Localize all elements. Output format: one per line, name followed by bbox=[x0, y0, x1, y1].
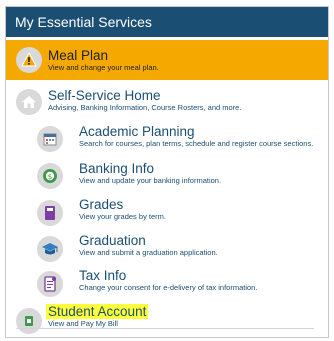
essential-services-panel: My Essential Services Meal Plan View and… bbox=[5, 6, 329, 338]
service-title: Meal Plan bbox=[48, 48, 109, 63]
service-title: Tax Info bbox=[79, 268, 127, 283]
home-icon bbox=[16, 89, 42, 115]
account-icon bbox=[16, 308, 42, 334]
grades-book-icon bbox=[37, 200, 63, 226]
service-item-meal-plan[interactable]: Meal Plan View and change your meal plan… bbox=[6, 40, 328, 80]
service-title: Banking Info bbox=[79, 161, 155, 176]
service-title: Self-Service Home bbox=[48, 88, 161, 103]
service-title: Academic Planning bbox=[79, 124, 195, 139]
service-item-banking-info[interactable]: $ Banking Info View and update your bank… bbox=[6, 157, 328, 194]
service-description: View and change your meal plan. bbox=[48, 63, 159, 72]
service-item-graduation[interactable]: Graduation View and submit a graduation … bbox=[6, 230, 328, 266]
service-item-tax-info[interactable]: Tax Info Change your consent for e-deliv… bbox=[6, 266, 328, 302]
service-item-student-account[interactable]: Student Account View and Pay My Bill bbox=[6, 302, 328, 337]
graduation-cap-icon bbox=[37, 236, 63, 262]
service-title: Graduation bbox=[79, 233, 146, 248]
money-icon: $ bbox=[37, 163, 63, 189]
calendar-icon bbox=[37, 126, 63, 152]
service-description: View and Pay My Bill bbox=[48, 319, 118, 328]
service-title: Student Account bbox=[46, 304, 149, 319]
service-description: View your grades by term. bbox=[79, 212, 166, 221]
service-description: Advising, Banking Information, Course Ro… bbox=[48, 103, 242, 112]
divider bbox=[16, 328, 314, 329]
service-description: Search for courses, plan terms, schedule… bbox=[79, 139, 314, 148]
service-title: Grades bbox=[79, 197, 124, 212]
service-item-self-service-home[interactable]: Self-Service Home Advising, Banking Info… bbox=[6, 80, 328, 120]
service-description: View and submit a graduation application… bbox=[79, 248, 218, 257]
panel-header: My Essential Services bbox=[6, 7, 328, 37]
tax-document-icon bbox=[37, 271, 63, 297]
service-item-grades[interactable]: Grades View your grades by term. bbox=[6, 194, 328, 230]
highlighted-text: Student Account bbox=[46, 304, 149, 319]
service-description: Change your consent for e-delivery of ta… bbox=[79, 283, 258, 292]
service-item-academic-planning[interactable]: Academic Planning Search for courses, pl… bbox=[6, 120, 328, 157]
service-description: View and update your banking information… bbox=[79, 176, 222, 185]
svg-text:$: $ bbox=[48, 173, 52, 181]
warning-icon bbox=[16, 47, 42, 73]
